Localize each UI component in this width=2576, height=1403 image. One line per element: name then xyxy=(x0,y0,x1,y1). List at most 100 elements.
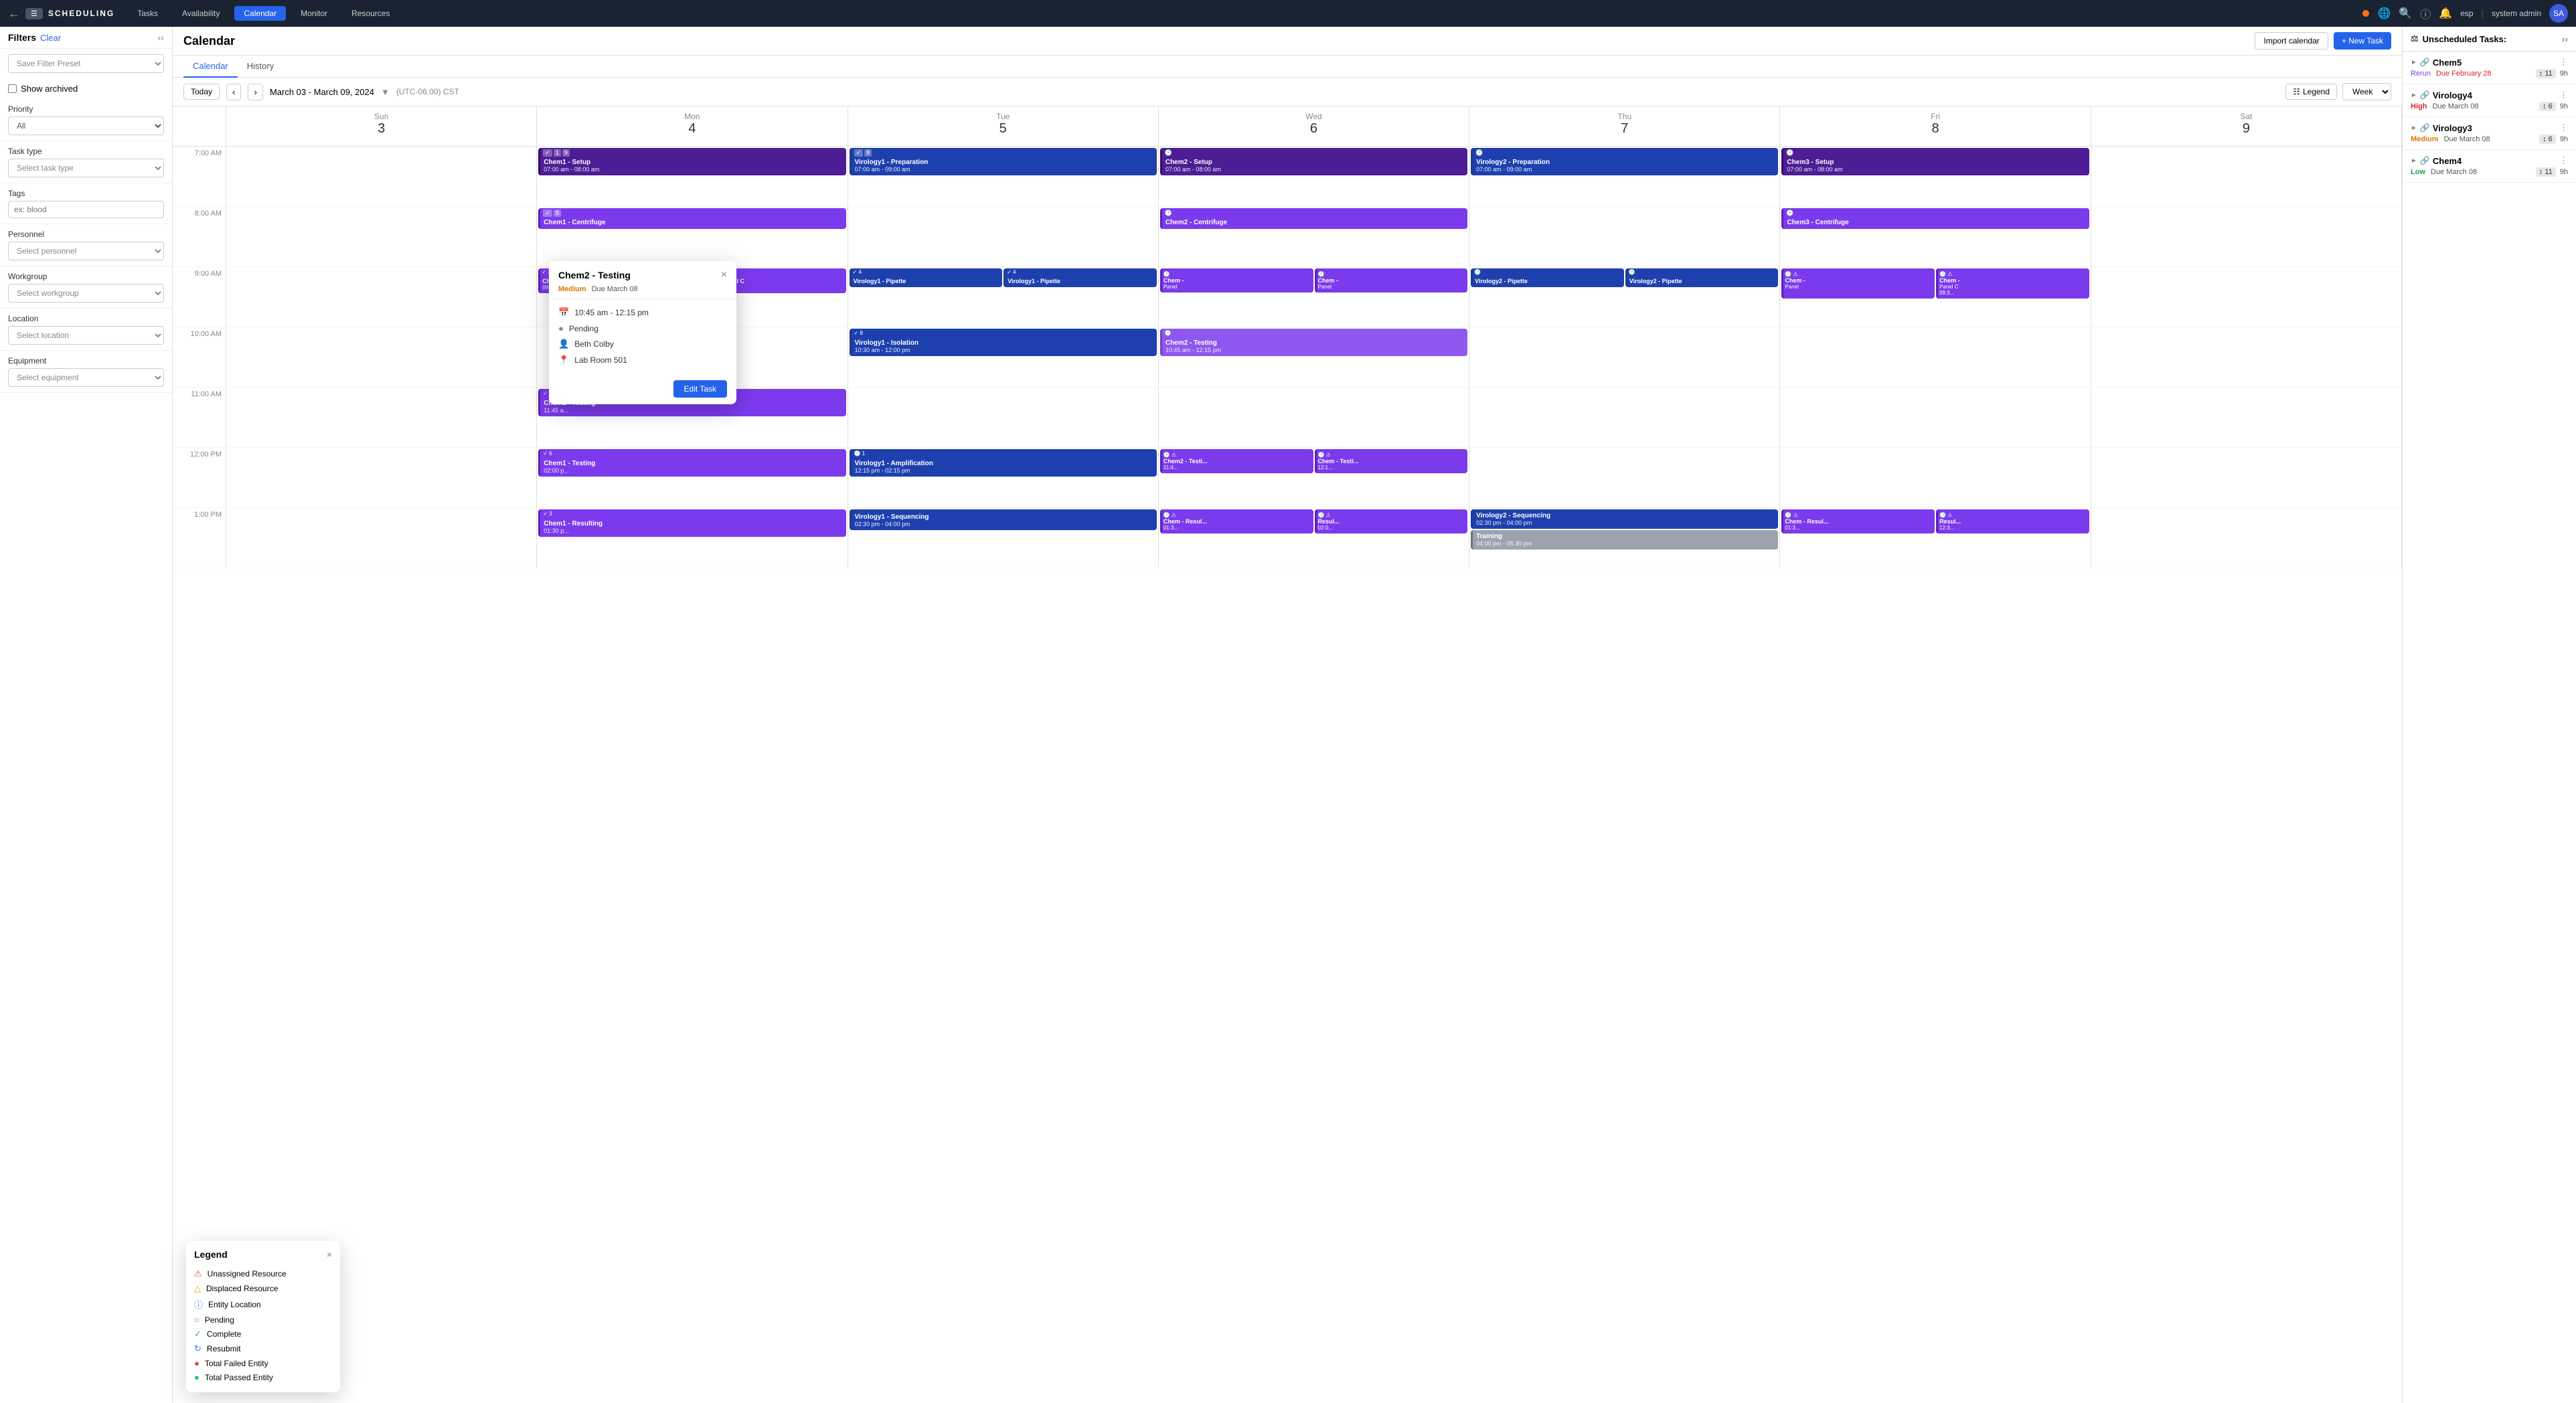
cell-tue-10[interactable]: ✓ 8 Virology1 - Isolation 10:30 am - 12:… xyxy=(848,327,1159,388)
cell-fri-8[interactable]: 🕑 Chem3 - Centrifuge xyxy=(1780,207,2091,267)
cell-sat-7[interactable] xyxy=(2091,147,2402,207)
cell-sat-1[interactable] xyxy=(2091,508,2402,568)
cell-sun-8[interactable] xyxy=(226,207,537,267)
cell-mon-1[interactable]: ✓ 3 Chem1 - Resulting 01:30 p... xyxy=(537,508,848,568)
cell-sun-12[interactable] xyxy=(226,448,537,508)
more-menu-chem4[interactable]: ⋮ xyxy=(2559,155,2568,166)
tab-calendar[interactable]: Calendar xyxy=(183,56,238,78)
next-week-button[interactable]: › xyxy=(248,84,262,100)
cell-wed-9[interactable]: 🕑 Chem - Panel 🕑 Chem - Panel xyxy=(1159,267,1469,327)
task-chem-panel-wed2[interactable]: 🕑 Chem - Panel xyxy=(1315,268,1468,293)
cell-wed-1[interactable]: 🕑 ⚠ Chem - Resul... 01:3... 🕑 ⚠ Resul...… xyxy=(1159,508,1469,568)
task-virology2-pipette1[interactable]: 🕑 Virology2 - Pipette xyxy=(1471,268,1624,287)
task-chem3-setup[interactable]: 🕑 Chem3 - Setup 07:00 am - 08:00 am xyxy=(1781,148,2089,175)
equipment-select[interactable]: Select equipment xyxy=(8,368,164,387)
cell-sat-10[interactable] xyxy=(2091,327,2402,388)
task-chem-testing-wed2[interactable]: 🕑 ⚠ Chem - Testi... 12:1... xyxy=(1315,449,1468,473)
legend-button[interactable]: ☷ Legend xyxy=(2285,84,2337,100)
task-virology2-prep[interactable]: 🕑 Virology2 - Preparation 07:00 am - 09:… xyxy=(1471,148,1778,175)
bell-icon[interactable]: 🔔 xyxy=(2439,7,2452,20)
today-button[interactable]: Today xyxy=(183,84,220,100)
more-menu-virology4[interactable]: ⋮ xyxy=(2559,90,2568,100)
search-icon[interactable]: 🔍 xyxy=(2399,7,2412,20)
cell-tue-9[interactable]: ✓ 4 Virology1 - Pipette ✓ 4 Virology1 - … xyxy=(848,267,1159,327)
cell-fri-12[interactable] xyxy=(1780,448,2091,508)
cell-wed-7[interactable]: 🕑 Chem2 - Setup 07:00 am - 08:00 am xyxy=(1159,147,1469,207)
task-chem1-setup[interactable]: ✓ 1 9 Chem1 - Setup 07:00 am - 08:00 am xyxy=(538,148,846,175)
nav-tasks[interactable]: Tasks xyxy=(128,6,167,21)
unscheduled-item-chem4[interactable]: ► 🔗 Chem4 ⋮ Low Due March 08 ↕ 11 9h xyxy=(2403,150,2576,183)
cell-sat-11[interactable] xyxy=(2091,388,2402,448)
priority-select[interactable]: All xyxy=(8,116,164,135)
cell-tue-8[interactable] xyxy=(848,207,1159,267)
task-chem-panel-wed1[interactable]: 🕑 Chem - Panel xyxy=(1160,268,1313,293)
task-chem-panel-fri1[interactable]: 🕑 ⚠ Chem - Panel xyxy=(1781,268,1935,299)
task-chem1-resulting[interactable]: ✓ 3 Chem1 - Resulting 01:30 p... xyxy=(538,509,846,537)
nav-calendar[interactable]: Calendar xyxy=(234,6,286,21)
cell-sat-12[interactable] xyxy=(2091,448,2402,508)
task-chem-panel-fri2[interactable]: 🕑 ⚠ Chem - Panel C 09:3... xyxy=(1936,268,2089,299)
cell-tue-12[interactable]: 🕑 1 Virology1 - Amplification 12:15 pm -… xyxy=(848,448,1159,508)
cell-thu-10[interactable] xyxy=(1469,327,1780,388)
legend-close-button[interactable]: × xyxy=(327,1249,332,1260)
unscheduled-item-chem5[interactable]: ► 🔗 Chem5 ⋮ Rerun Due February 28 ↕ 11 9… xyxy=(2403,52,2576,84)
task-virology1-pipette2[interactable]: ✓ 4 Virology1 - Pipette xyxy=(1003,268,1157,287)
cell-sun-1[interactable] xyxy=(226,508,537,568)
task-chem-resulting-wed2[interactable]: 🕑 ⚠ Resul... 02:0... xyxy=(1315,509,1468,533)
more-menu-chem5[interactable]: ⋮ xyxy=(2559,57,2568,68)
cell-sat-9[interactable] xyxy=(2091,267,2402,327)
cell-thu-9[interactable]: 🕑 Virology2 - Pipette 🕑 Virology2 - Pipe… xyxy=(1469,267,1780,327)
task-chem2-testing-wed[interactable]: 🕑 ⚠ Chem2 - Testi... 11:4... xyxy=(1160,449,1313,473)
tags-input[interactable] xyxy=(8,201,164,218)
cell-wed-11[interactable] xyxy=(1159,388,1469,448)
cell-wed-8[interactable]: 🕑 Chem2 - Centrifuge xyxy=(1159,207,1469,267)
unscheduled-item-virology3[interactable]: ► 🔗 Virology3 ⋮ Medium Due March 08 ↕ 6 … xyxy=(2403,117,2576,150)
task-chem-resulting-fri2[interactable]: 🕑 ⚠ Resul... 12:3... xyxy=(1936,509,2089,533)
import-calendar-button[interactable]: Import calendar xyxy=(2255,32,2328,50)
cell-fri-10[interactable] xyxy=(1780,327,2091,388)
cell-sun-7[interactable] xyxy=(226,147,537,207)
nav-monitor[interactable]: Monitor xyxy=(291,6,337,21)
more-menu-virology3[interactable]: ⋮ xyxy=(2559,122,2568,133)
task-virology1-sequencing[interactable]: Virology1 - Sequencing 02:30 pm - 04:00 … xyxy=(850,509,1157,530)
cell-mon-7[interactable]: ✓ 1 9 Chem1 - Setup 07:00 am - 08:00 am xyxy=(537,147,848,207)
task-chem2-resulting-wed[interactable]: 🕑 ⚠ Chem - Resul... 01:3... xyxy=(1160,509,1313,533)
task-virology2-sequencing[interactable]: Virology2 - Sequencing 02:30 pm - 04:00 … xyxy=(1471,509,1778,529)
collapse-sidebar-icon[interactable]: ‹‹ xyxy=(158,32,164,43)
task-chem2-setup[interactable]: 🕑 Chem2 - Setup 07:00 am - 08:00 am xyxy=(1160,148,1467,175)
task-chem1-centrifuge[interactable]: ✓ 9 Chem1 - Centrifuge xyxy=(538,208,846,229)
task-virology1-amplification[interactable]: 🕑 1 Virology1 - Amplification 12:15 pm -… xyxy=(850,449,1157,477)
cell-tue-7[interactable]: ✓ 8 Virology1 - Preparation 07:00 am - 0… xyxy=(848,147,1159,207)
cell-fri-1[interactable]: 🕑 ⚠ Chem - Resul... 01:3... 🕑 ⚠ Resul...… xyxy=(1780,508,2091,568)
edit-task-button[interactable]: Edit Task xyxy=(673,380,727,398)
task-type-select[interactable]: Select task type xyxy=(8,159,164,177)
cell-thu-11[interactable] xyxy=(1469,388,1780,448)
cell-sun-10[interactable] xyxy=(226,327,537,388)
dropdown-icon[interactable]: ▼ xyxy=(381,87,390,97)
cell-mon-8[interactable]: ✓ 9 Chem1 - Centrifuge xyxy=(537,207,848,267)
popup-close-button[interactable]: × xyxy=(721,269,727,281)
clear-link[interactable]: Clear xyxy=(40,33,61,43)
cell-tue-1[interactable]: Virology1 - Sequencing 02:30 pm - 04:00 … xyxy=(848,508,1159,568)
nav-availability[interactable]: Availability xyxy=(173,6,229,21)
cell-sat-8[interactable] xyxy=(2091,207,2402,267)
cell-thu-12[interactable] xyxy=(1469,448,1780,508)
task-virology1-isolation[interactable]: ✓ 8 Virology1 - Isolation 10:30 am - 12:… xyxy=(850,329,1157,356)
task-chem2-centrifuge[interactable]: 🕑 Chem2 - Centrifuge xyxy=(1160,208,1467,229)
task-virology1-pipette1[interactable]: ✓ 4 Virology1 - Pipette xyxy=(850,268,1003,287)
cell-tue-11[interactable] xyxy=(848,388,1159,448)
task-chem-resulting-fri1[interactable]: 🕑 ⚠ Chem - Resul... 01:3... xyxy=(1781,509,1935,533)
cell-sun-9[interactable] xyxy=(226,267,537,327)
preset-select[interactable]: Save Filter Preset xyxy=(8,54,164,73)
location-select[interactable]: Select location xyxy=(8,326,164,345)
cell-fri-11[interactable] xyxy=(1780,388,2091,448)
cell-thu-1[interactable]: Virology2 - Sequencing 02:30 pm - 04:00 … xyxy=(1469,508,1780,568)
new-task-button[interactable]: + New Task xyxy=(2334,32,2391,50)
unscheduled-item-virology4[interactable]: ► 🔗 Virology4 ⋮ High Due March 08 ↕ 6 9h xyxy=(2403,84,2576,117)
nav-resources[interactable]: Resources xyxy=(342,6,399,21)
cell-mon-12[interactable]: ✓ 6 Chem1 - Testing 02:00 p... xyxy=(537,448,848,508)
task-training[interactable]: Training 04:00 pm - 05:30 pm xyxy=(1471,530,1778,550)
show-archived-checkbox[interactable] xyxy=(8,84,17,93)
prev-week-button[interactable]: ‹ xyxy=(226,84,241,100)
globe-icon[interactable]: 🌐 xyxy=(2377,7,2391,20)
